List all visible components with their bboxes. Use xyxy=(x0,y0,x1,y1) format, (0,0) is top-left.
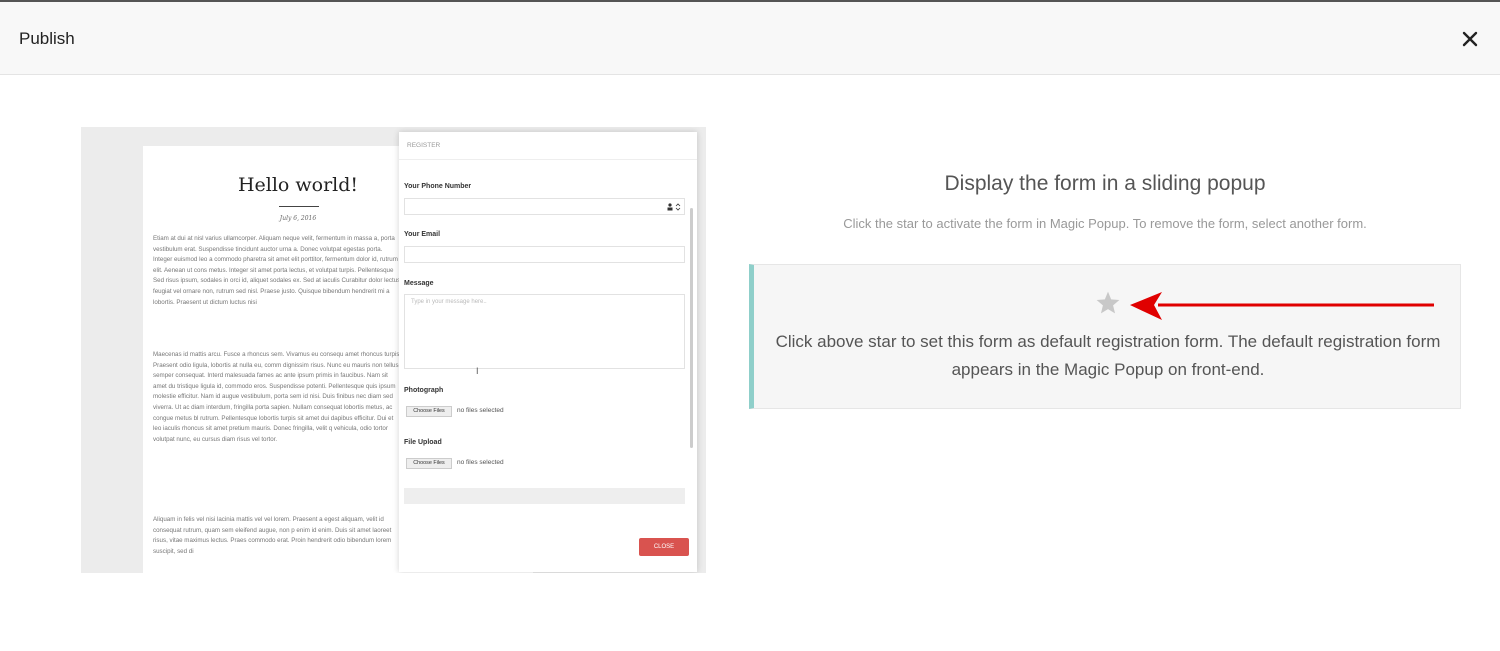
preview-email-input xyxy=(404,246,685,263)
preview-register-popup: REGISTER Your Phone Number Your Email Me… xyxy=(399,132,697,572)
preview-email-label: Your Email xyxy=(404,231,441,238)
default-form-instructions: Click above star to set this form as def… xyxy=(775,332,1441,379)
text-cursor-icon: I xyxy=(476,366,479,376)
preview-paragraph: Maecenas id mattis arcu. Fusce a rhoncus… xyxy=(153,351,402,443)
preview-upload-label: File Upload xyxy=(404,439,442,446)
star-icon[interactable] xyxy=(1095,290,1121,316)
preview-submit-bar xyxy=(404,488,685,504)
contact-icon xyxy=(667,203,681,211)
default-form-card: Click above star to set this form as def… xyxy=(749,264,1461,409)
preview-message-label: Message xyxy=(404,280,434,287)
preview-close-button: CLOSE xyxy=(639,538,689,556)
close-icon[interactable] xyxy=(1459,28,1481,50)
preview-no-files-text: no files selected xyxy=(457,407,504,414)
preview-phone-input xyxy=(404,198,685,215)
preview-popup-heading: REGISTER xyxy=(399,132,697,160)
preview-message-textarea: Type in your message here.. xyxy=(404,294,685,369)
section-subtitle: Click the star to activate the form in M… xyxy=(843,216,1367,231)
preview-paragraph: Etiam at dui at nisl varius ullamcorper.… xyxy=(153,235,402,306)
preview-no-files-text: no files selected xyxy=(457,459,504,466)
modal-header: Publish xyxy=(0,0,1500,75)
preview-photo-label: Photograph xyxy=(404,387,444,394)
preview-choose-files-button: Choose Files xyxy=(406,406,452,417)
preview-title-rule xyxy=(279,206,319,207)
modal-title: Publish xyxy=(19,29,75,48)
arrow-left-icon xyxy=(1130,292,1434,320)
section-title: Display the form in a sliding popup xyxy=(944,172,1266,195)
preview-choose-files-button: Choose Files xyxy=(406,458,452,469)
preview-paragraph: Aliquam in felis vel nisi lacinia mattis… xyxy=(153,516,392,555)
preview-phone-label: Your Phone Number xyxy=(404,183,472,190)
preview-image: Hello world! July 6, 2016 Etiam at dui a… xyxy=(81,127,706,573)
preview-scrollbar xyxy=(690,208,693,448)
